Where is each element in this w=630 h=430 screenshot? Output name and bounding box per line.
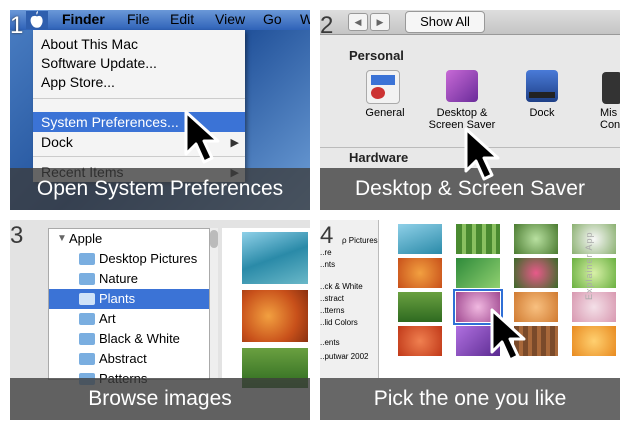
wallpaper-thumbnail[interactable] (456, 258, 500, 288)
step-number: 1 (10, 12, 24, 39)
submenu-arrow-icon: ▶ (230, 137, 239, 149)
panel-4: ρ Pictures ..re ..nts ..ck & White ..str… (320, 220, 620, 420)
list-item[interactable]: Abstract (49, 349, 209, 369)
menu-item-about[interactable]: About This Mac (41, 36, 138, 52)
step-number: 4 (320, 222, 334, 249)
step-number: 3 (10, 222, 24, 249)
scrollbar-thumb[interactable] (210, 230, 218, 248)
folder-icon (79, 353, 95, 365)
folder-icon (79, 273, 95, 285)
list-item-label: Apple (69, 231, 103, 246)
list-item[interactable]: Art (49, 309, 209, 329)
menu-bar: Finder File Edit View Go W (10, 10, 310, 30)
wallpaper-thumbnail[interactable] (398, 326, 442, 356)
image-source-list: ▼ Apple Desktop Pictures Nature Plants A… (48, 228, 210, 386)
wallpaper-thumbnail[interactable] (456, 224, 500, 254)
folder-icon (79, 333, 95, 345)
general-label[interactable]: General (355, 107, 415, 119)
list-item[interactable]: Desktop Pictures (49, 249, 209, 269)
wallpaper-thumbnail[interactable] (242, 290, 308, 342)
prefs-toolbar: ◀ ▶ Show All (320, 10, 620, 35)
mission-control-label[interactable]: Mis Con (600, 107, 620, 131)
menu-item-software-update[interactable]: Software Update... (41, 55, 157, 71)
wallpaper-thumbnail[interactable] (398, 258, 442, 288)
menu-separator (33, 98, 245, 99)
wallpaper-thumbnail[interactable] (572, 326, 616, 356)
section-hardware: Hardware (349, 150, 409, 165)
menu-go[interactable]: Go (263, 11, 282, 27)
sidebar-item[interactable]: ..ents (320, 338, 340, 347)
wallpaper-thumbnail[interactable] (242, 232, 308, 284)
panel-2: ◀ ▶ Show All Personal General Desktop & … (320, 10, 620, 210)
panel-3: ▼ Apple Desktop Pictures Nature Plants A… (10, 220, 310, 420)
dock-icon[interactable] (526, 70, 558, 102)
mouse-pointer-icon (184, 110, 220, 164)
general-icon[interactable] (366, 70, 400, 104)
sidebar-item[interactable]: ρ Pictures (342, 236, 378, 245)
list-item[interactable]: Nature (49, 269, 209, 289)
apple-menu-icon[interactable] (26, 11, 48, 29)
wallpaper-thumbnail[interactable] (398, 224, 442, 254)
wallpaper-thumbnail[interactable] (514, 224, 558, 254)
list-item-label: Nature (99, 271, 139, 286)
sidebar-item[interactable]: ..tterns (320, 306, 344, 315)
panel-1: Finder File Edit View Go W About This Ma… (10, 10, 310, 210)
list-item-label: Art (99, 311, 116, 326)
list-item-label: Plants (99, 291, 136, 306)
folder-icon (79, 253, 95, 265)
folder-icon (79, 313, 95, 325)
sidebar-item[interactable]: ..putwar 2002 (320, 352, 368, 361)
step-number: 2 (320, 12, 334, 39)
list-scrollbar[interactable] (210, 228, 218, 378)
list-item-selected[interactable]: Plants (49, 289, 209, 309)
step-caption: Pick the one you like (320, 378, 620, 420)
sidebar-item[interactable]: ..stract (320, 294, 344, 303)
back-button[interactable]: ◀ (348, 13, 368, 31)
menu-window[interactable]: W (300, 11, 310, 27)
show-all-button[interactable]: Show All (405, 11, 485, 33)
wallpaper-thumbnail[interactable] (398, 292, 442, 322)
sidebar-item[interactable]: ..lid Colors (320, 318, 358, 327)
list-item-root[interactable]: ▼ Apple (49, 229, 209, 249)
list-item-label: Black & White (99, 331, 180, 346)
menu-item-dock[interactable]: Dock (41, 134, 73, 150)
disclosure-triangle-icon[interactable]: ▼ (57, 229, 67, 249)
forward-button[interactable]: ▶ (370, 13, 390, 31)
menu-view[interactable]: View (215, 11, 245, 27)
sidebar-item[interactable]: ..ck & White (320, 282, 363, 291)
dock-label[interactable]: Dock (515, 107, 569, 119)
step-caption: Open System Preferences (10, 168, 310, 210)
wallpaper-thumbnail[interactable] (514, 258, 558, 288)
sidebar-item[interactable]: ..nts (320, 260, 335, 269)
list-item[interactable]: Black & White (49, 329, 209, 349)
list-item-label: Abstract (99, 351, 147, 366)
mission-control-icon[interactable] (602, 72, 620, 104)
list-item-label: Desktop Pictures (99, 251, 198, 266)
menu-finder[interactable]: Finder (62, 11, 105, 27)
menu-file[interactable]: File (127, 11, 150, 27)
section-personal: Personal (349, 48, 404, 63)
step-caption: Browse images (10, 378, 310, 420)
mouse-pointer-icon (490, 308, 526, 362)
mouse-pointer-icon (464, 127, 500, 181)
desktop-screen-saver-icon[interactable] (446, 70, 478, 102)
menu-item-app-store[interactable]: App Store... (41, 74, 115, 90)
menu-edit[interactable]: Edit (170, 11, 194, 27)
folder-icon (79, 293, 95, 305)
watermark: Explainer App (584, 231, 594, 300)
menu-item-system-preferences[interactable]: System Preferences... (41, 114, 179, 130)
